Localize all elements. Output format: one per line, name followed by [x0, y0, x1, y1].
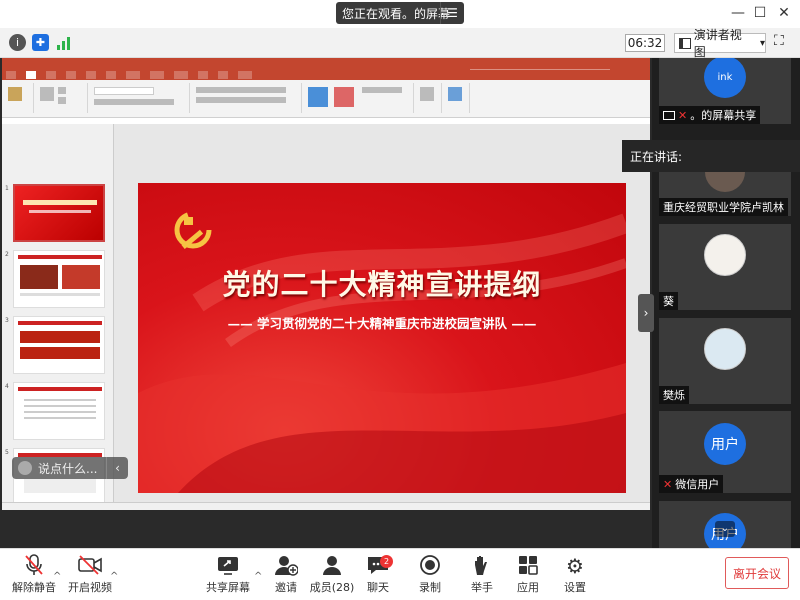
muted-mic-icon: ✕ [678, 108, 688, 122]
info-icon[interactable]: i [9, 34, 26, 51]
ppt-status-bar [2, 502, 650, 510]
participant-tile[interactable]: 用户 ⌄ [659, 501, 791, 548]
participant-name: ✕ 。的屏幕共享 [659, 106, 761, 124]
chat-unread-badge: 2 [380, 555, 393, 568]
avatar: 用户 [704, 423, 746, 465]
participant-name: 重庆经贸职业学院卢凯林 [659, 198, 788, 216]
fullscreen-icon[interactable]: ⛶ [774, 33, 792, 51]
meeting-timer: 06:32 [625, 34, 665, 52]
participant-tile[interactable]: 用户 ✕ 微信用户 [659, 411, 791, 493]
muted-mic-icon: ✕ [663, 477, 673, 491]
thumb-number: 4 [5, 383, 9, 390]
ppt-ribbon [2, 80, 650, 118]
close-button[interactable]: ✕ [774, 5, 794, 21]
view-mode-button[interactable]: 演讲者视图 ▾ [674, 28, 766, 59]
record-icon [402, 553, 458, 579]
panel-collapse-handle[interactable]: › [638, 294, 654, 332]
meeting-toolbar: i ✚ 06:32 演讲者视图 ▾ ⛶ [0, 28, 800, 59]
avatar [704, 234, 746, 276]
slide-thumbnail-2[interactable] [13, 250, 105, 308]
slide-title: 党的二十大精神宣讲提纲 [222, 268, 542, 301]
emoji-icon[interactable] [18, 461, 32, 475]
share-screen-icon [200, 553, 256, 579]
record-button[interactable]: 录制 [402, 553, 458, 597]
avatar [704, 328, 746, 370]
ppt-ribbon-tabs [2, 70, 650, 80]
thumb-number: 5 [5, 449, 9, 456]
current-slide: 党的二十大精神宣讲提纲 —— 学习贯彻党的二十大精神重庆市进校园宣讲队 —— [138, 183, 626, 493]
thumb-number: 1 [5, 185, 9, 192]
participant-name: ✕ 微信用户 [659, 475, 724, 493]
party-emblem-icon [174, 211, 212, 250]
view-mode-label: 演讲者视图 [693, 28, 742, 59]
slide-thumbnail-pane: 1 2 3 4 5 [2, 124, 114, 504]
avatar: ink [704, 58, 746, 98]
settings-button[interactable]: ⚙ 设置 [547, 553, 603, 597]
chevron-down-icon: ▾ [759, 37, 765, 49]
scroll-down-icon[interactable]: ⌄ [715, 521, 735, 537]
participant-name: 樊烁 [659, 386, 689, 404]
share-screen-button[interactable]: 共享屏幕 [200, 553, 256, 597]
minimize-button[interactable]: — [728, 5, 748, 21]
meeting-controls: 解除静音 ^ 开启视频 ^ 共享屏幕 ^ 邀请 成员(28) 2 聊天 录制 举… [0, 548, 800, 600]
gear-icon: ⚙ [566, 554, 584, 578]
thumb-number: 3 [5, 317, 9, 324]
chat-icon [350, 553, 406, 579]
participant-name: 葵 [659, 292, 678, 310]
participant-tile[interactable]: 重庆经贸职业学院卢凯林 [659, 172, 791, 216]
avatar [705, 172, 745, 192]
collapse-chat-icon[interactable]: ‹ [106, 457, 128, 479]
chat-button[interactable]: 2 聊天 [350, 553, 406, 597]
slide-thumbnail-1[interactable] [13, 184, 105, 242]
signal-strength-icon[interactable] [55, 34, 72, 51]
participant-tile[interactable]: ink ✕ 。的屏幕共享 [659, 58, 791, 124]
title-bar: 您正在观看。的屏幕 ☰ — ☐ ✕ [0, 0, 800, 28]
leave-meeting-button[interactable]: 离开会议 [725, 557, 789, 589]
ppt-title-bar [2, 58, 650, 70]
banner-menu-icon[interactable]: ☰ [440, 2, 464, 24]
thumb-number: 2 [5, 251, 9, 258]
viewing-text: 您正在观看。的屏幕 [342, 6, 451, 21]
participant-tile[interactable]: 樊烁 [659, 318, 791, 404]
chat-quick-input[interactable]: 说点什么... ‹ [12, 457, 128, 479]
layout-icon [679, 37, 691, 49]
viewing-banner[interactable]: 您正在观看。的屏幕 ☰ [336, 2, 464, 24]
video-options-chevron-icon[interactable]: ^ [110, 571, 118, 582]
slide-thumbnail-4[interactable] [13, 382, 105, 440]
slide-thumbnail-3[interactable] [13, 316, 105, 374]
security-shield-icon[interactable]: ✚ [32, 34, 49, 51]
maximize-button[interactable]: ☐ [750, 5, 770, 21]
speaking-indicator: 正在讲话: [622, 140, 800, 172]
screen-share-icon [663, 110, 675, 120]
participant-tile[interactable]: 葵 [659, 224, 791, 310]
mic-options-chevron-icon[interactable]: ^ [53, 571, 61, 582]
slide-subtitle: —— 学习贯彻党的二十大精神重庆市进校园宣讲队 —— [227, 316, 537, 331]
chat-placeholder: 说点什么... [38, 461, 98, 476]
